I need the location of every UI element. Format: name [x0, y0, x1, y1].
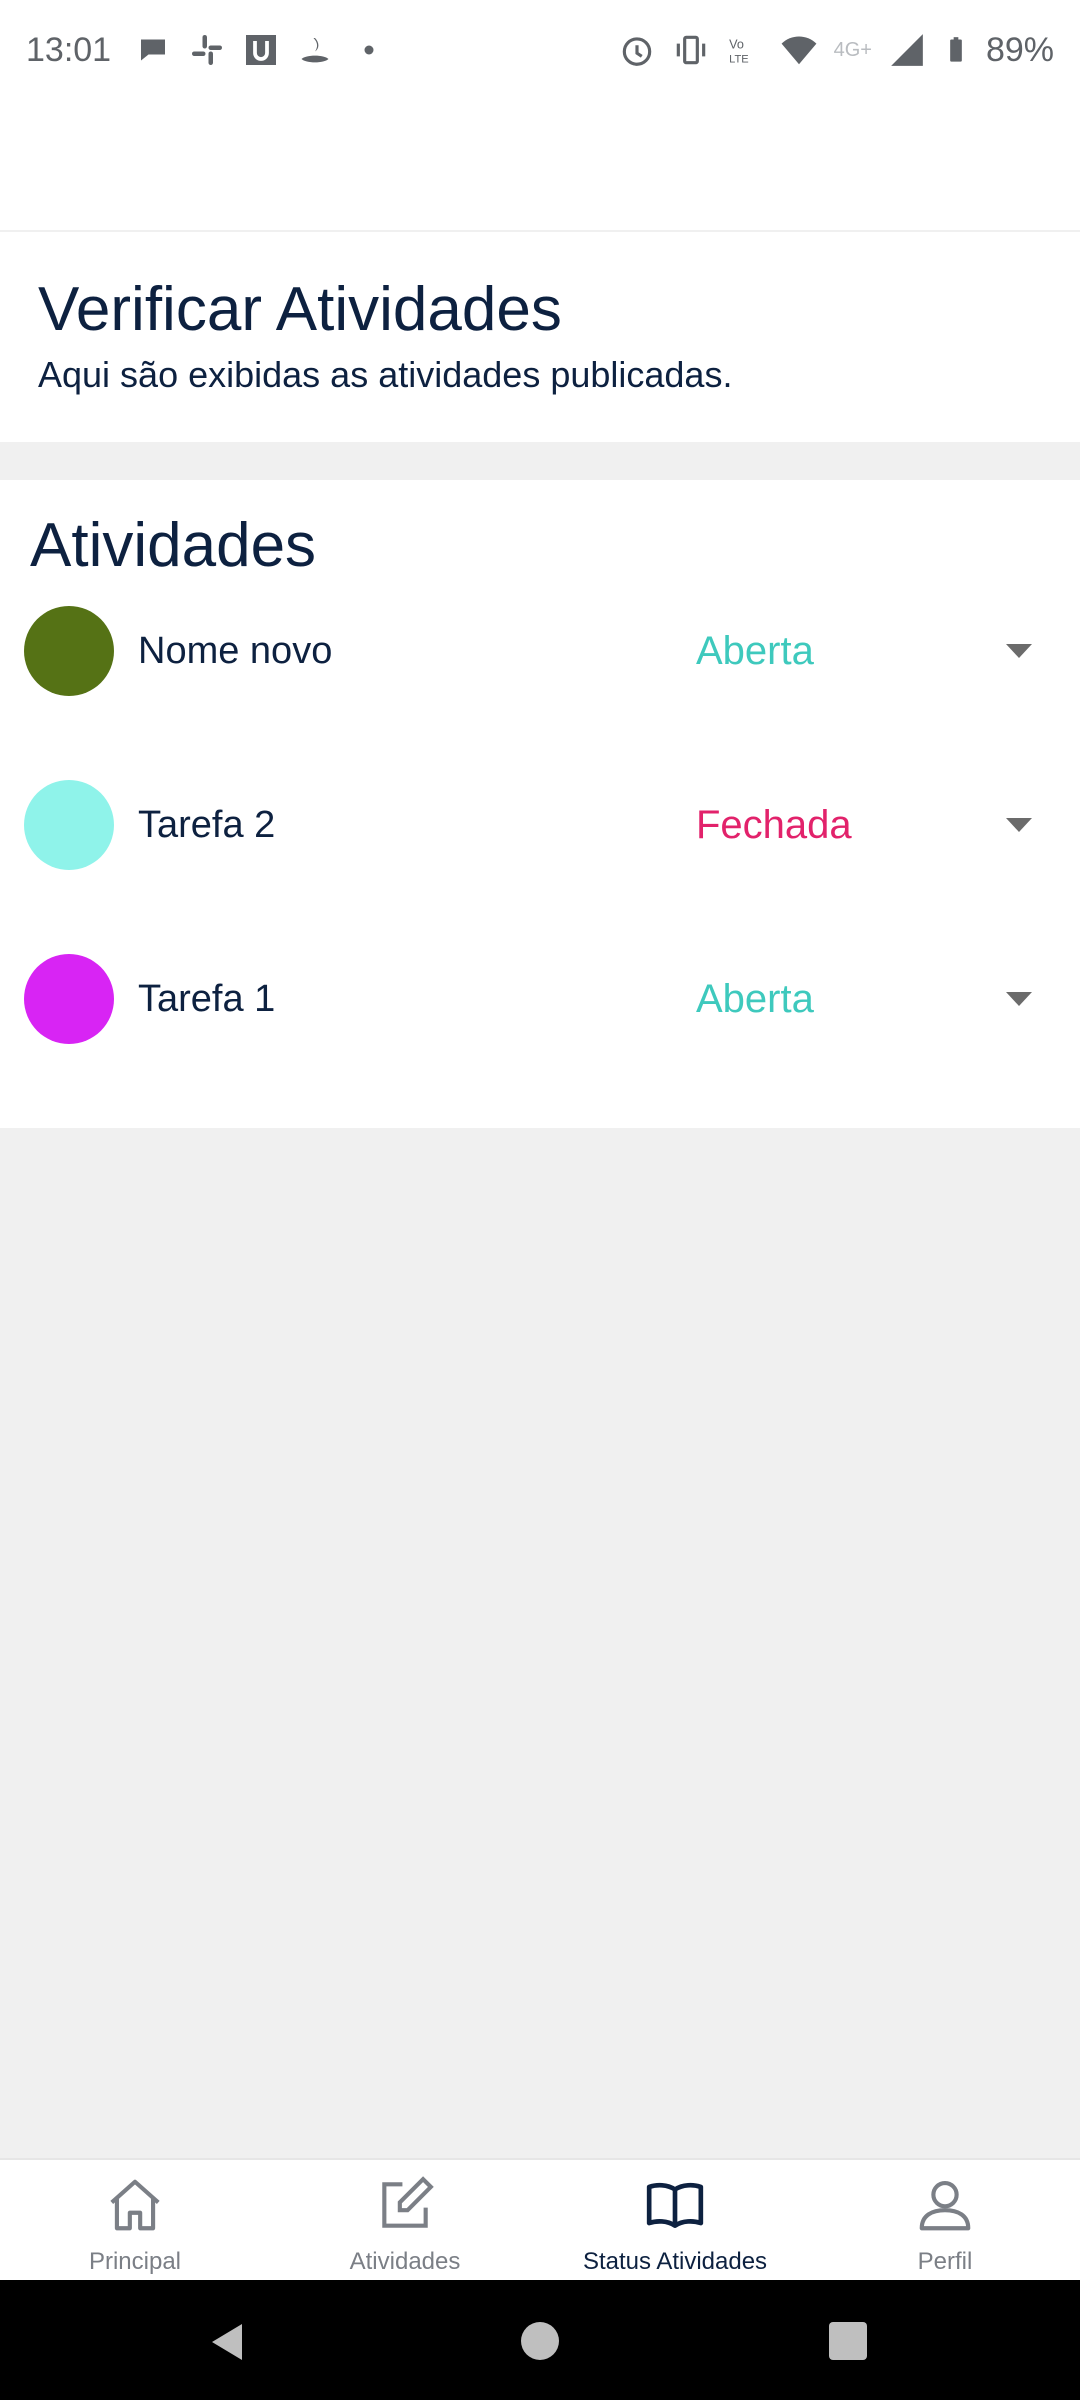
activity-status[interactable]: Aberta [696, 629, 814, 674]
nav-label: Perfil [917, 2248, 973, 2275]
alarm-icon [622, 37, 651, 66]
nav-item-principal[interactable]: Principal [0, 2160, 270, 2280]
activities-card: Atividades Nome novo Aberta Tarefa 2 Fec… [0, 480, 1080, 1128]
recents-icon[interactable] [829, 2322, 867, 2360]
u-app-icon [246, 35, 277, 65]
battery-percent: 89% [985, 30, 1054, 69]
nav-label: Atividades [349, 2248, 461, 2275]
activity-name: Nome novo [138, 629, 333, 672]
bottom-navigation: Principal Atividades Status Atividades P… [0, 2158, 1080, 2280]
slack-icon [192, 35, 223, 65]
wifi-icon [781, 36, 816, 65]
chevron-down-icon[interactable] [1006, 818, 1032, 832]
vibrate-icon [676, 35, 705, 65]
chevron-down-icon[interactable] [1006, 992, 1032, 1006]
back-icon[interactable] [208, 2322, 246, 2362]
nav-label: Principal [88, 2248, 182, 2275]
activity-name: Tarefa 2 [138, 803, 276, 846]
book-icon [646, 2182, 704, 2228]
header-card: Verificar Atividades Aqui são exibidas a… [0, 232, 1080, 442]
cell-signal-icon [891, 34, 923, 66]
dot-icon [364, 45, 374, 55]
edit-icon [382, 2176, 434, 2228]
page-subtitle: Aqui são exibidas as atividades publicad… [38, 354, 733, 396]
home-icon [110, 2179, 160, 2231]
home-button-icon[interactable] [521, 2322, 559, 2360]
app-bar [0, 100, 1080, 230]
section-title: Atividades [30, 511, 317, 580]
activity-status[interactable]: Aberta [696, 977, 814, 1022]
activity-color-dot [24, 954, 114, 1044]
nav-item-atividades[interactable]: Atividades [270, 2160, 540, 2280]
nav-item-status-atividades[interactable]: Status Atividades [540, 2160, 810, 2280]
list-item[interactable]: Tarefa 2 Fechada [0, 765, 1080, 885]
nav-label: Status Atividades [582, 2248, 768, 2275]
svg-text:Vo: Vo [729, 37, 744, 51]
santander-icon [301, 38, 329, 63]
system-navigation-bar [0, 2280, 1080, 2400]
person-icon [919, 2180, 971, 2231]
nav-item-perfil[interactable]: Perfil [810, 2160, 1080, 2280]
chat-bubble-icon [141, 39, 166, 61]
activity-color-dot [24, 780, 114, 870]
page-title: Verificar Atividades [38, 275, 562, 344]
activity-name: Tarefa 1 [138, 977, 276, 1020]
list-item[interactable]: Nome novo Aberta [0, 591, 1080, 711]
status-bar: 13:01 Vo LTE 4G+ 89% [0, 0, 1080, 100]
battery-icon [950, 37, 962, 62]
svg-text:LTE: LTE [729, 54, 749, 66]
activity-status[interactable]: Fechada [696, 803, 852, 848]
list-item[interactable]: Tarefa 1 Aberta [0, 939, 1080, 1059]
activity-color-dot [24, 606, 114, 696]
network-label: 4G+ [833, 38, 872, 61]
system-status-icons: Vo LTE 4G+ 89% [618, 31, 1054, 70]
status-time: 13:01 [26, 30, 112, 69]
volte-icon: Vo LTE [729, 37, 749, 66]
notification-icons [135, 32, 387, 68]
chevron-down-icon[interactable] [1006, 644, 1032, 658]
